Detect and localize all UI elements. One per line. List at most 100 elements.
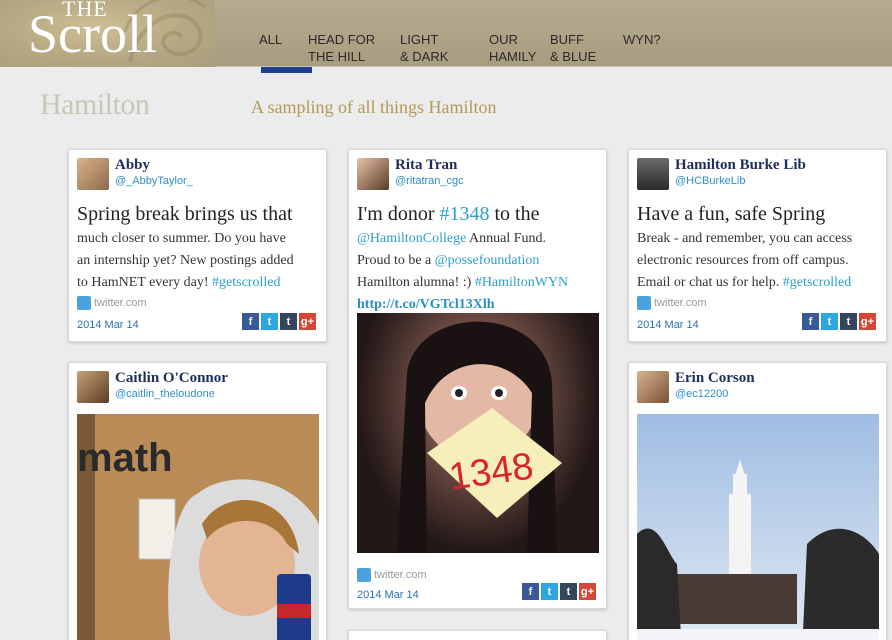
hashtag-link[interactable]: #HamiltonWYN xyxy=(475,275,568,290)
main-nav: ALL HEAD FOR THE HILL LIGHT & DARK OUR H… xyxy=(250,0,673,73)
user-name[interactable]: Abby xyxy=(115,157,150,174)
tweet-lead: Have a fun, safe Spring xyxy=(637,203,826,225)
source-label: twitter.com xyxy=(374,569,427,581)
tweet-line: much closer to summer. Do you have xyxy=(77,231,286,246)
tab-our-hamily[interactable]: OUR HAMILY xyxy=(489,0,550,67)
tweet-line: Break - and remember, you can access xyxy=(637,231,853,246)
user-handle[interactable]: @caitlin_theloudone xyxy=(115,388,215,400)
share-buttons: f t t g+ xyxy=(522,583,596,600)
photo-illustration xyxy=(397,321,562,553)
avatar[interactable] xyxy=(77,371,109,403)
page-tagline: A sampling of all things Hamilton xyxy=(251,97,497,117)
tweet-source[interactable]: twitter.com xyxy=(357,568,427,582)
tweet-date: 2014 Mar 14 xyxy=(357,589,419,601)
tweet-photo[interactable]: 1348 xyxy=(357,313,599,553)
tab-label-line2: HAMILY xyxy=(489,49,537,64)
avatar[interactable] xyxy=(77,158,109,190)
twitter-bird-icon xyxy=(357,568,371,582)
tumblr-icon[interactable]: t xyxy=(560,583,577,600)
photo-sign-text: math xyxy=(77,436,173,480)
logo-scroll: Scroll xyxy=(28,4,157,64)
tweet-card-caitlin[interactable]: Caitlin O'Connor @caitlin_theloudone mat… xyxy=(68,362,327,640)
share-buttons: f t t g+ xyxy=(802,313,876,330)
twitter-icon[interactable]: t xyxy=(261,313,278,330)
tab-light-and-dark[interactable]: LIGHT & DARK xyxy=(400,0,489,67)
user-name[interactable]: Caitlin O'Connor xyxy=(115,370,228,387)
user-handle[interactable]: @_AbbyTaylor_ xyxy=(115,175,193,187)
tab-label-line1: HEAD FOR xyxy=(308,32,376,47)
tab-label-line1: BUFF xyxy=(550,32,584,47)
tweet-card-burke-library[interactable]: Hamilton Burke Lib @HCBurkeLib Have a fu… xyxy=(628,149,887,342)
tab-buff-and-blue[interactable]: BUFF & BLUE xyxy=(550,0,623,67)
tweet-photo[interactable] xyxy=(637,414,879,640)
tweet-lead: I'm donor #1348 to the xyxy=(357,200,600,228)
site-logo[interactable]: THE Scroll xyxy=(0,0,215,67)
user-name[interactable]: Rita Tran xyxy=(395,157,457,174)
tab-head-for-the-hill[interactable]: HEAD FOR THE HILL xyxy=(308,0,400,67)
user-name[interactable]: Erin Corson xyxy=(675,370,755,387)
tweet-card-erin[interactable]: Erin Corson @ec12200 xyxy=(628,362,887,640)
tweet-lead-part: I'm donor xyxy=(357,203,440,225)
user-handle[interactable]: @HCBurkeLib xyxy=(675,175,745,187)
tweet-line: an internship yet? New postings added xyxy=(77,253,294,268)
source-label: twitter.com xyxy=(654,297,707,309)
tweet-source[interactable]: twitter.com xyxy=(637,296,707,310)
tweet-lead: Spring break brings us that xyxy=(77,203,293,225)
mention-link[interactable]: @possefoundation xyxy=(435,253,540,268)
tab-label-line1: LIGHT xyxy=(400,32,439,47)
tweet-card-rita[interactable]: Rita Tran @ritatran_cgc I'm donor #1348 … xyxy=(348,149,607,609)
user-handle[interactable]: @ritatran_cgc xyxy=(395,175,464,187)
tweet-line: Proud to be a xyxy=(357,253,435,268)
share-buttons: f t t g+ xyxy=(242,313,316,330)
mention-link[interactable]: @HamiltonCollege xyxy=(357,231,466,246)
tweet-url-link[interactable]: http://t.co/VGTcl13Xlh xyxy=(357,297,495,312)
facebook-icon[interactable]: f xyxy=(802,313,819,330)
avatar[interactable] xyxy=(637,371,669,403)
tweet-lead-part: to the xyxy=(489,203,540,225)
hashtag-link[interactable]: #getscrolled xyxy=(783,275,851,290)
twitter-bird-icon xyxy=(637,296,651,310)
tweet-photo[interactable]: math xyxy=(77,414,319,640)
twitter-icon[interactable]: t xyxy=(821,313,838,330)
tumblr-icon[interactable]: t xyxy=(840,313,857,330)
tweet-card-partial[interactable] xyxy=(348,630,607,640)
tweet-line: Annual Fund. xyxy=(466,231,547,246)
hashtag-link[interactable]: #1348 xyxy=(439,203,489,225)
tweet-text: Spring break brings us that much closer … xyxy=(77,200,320,294)
tab-wyn[interactable]: WYN? xyxy=(623,0,673,67)
google-plus-icon[interactable]: g+ xyxy=(579,583,596,600)
tab-label-line2: & BLUE xyxy=(550,49,597,64)
tweet-line: to HamNET every day! xyxy=(77,275,213,290)
tweet-source[interactable]: twitter.com xyxy=(77,296,147,310)
tab-label-line2: THE HILL xyxy=(308,49,366,64)
tweet-date: 2014 Mar 14 xyxy=(77,319,139,331)
avatar[interactable] xyxy=(357,158,389,190)
site-header: THE Scroll ALL HEAD FOR THE HILL LIGHT &… xyxy=(0,0,892,73)
tweet-card-abby[interactable]: Abby @_AbbyTaylor_ Spring break brings u… xyxy=(68,149,327,342)
google-plus-icon[interactable]: g+ xyxy=(859,313,876,330)
source-label: twitter.com xyxy=(94,297,147,309)
tweet-text: I'm donor #1348 to the @HamiltonCollege … xyxy=(357,200,600,316)
tweet-line: Email or chat us for help. xyxy=(637,275,783,290)
twitter-icon[interactable]: t xyxy=(541,583,558,600)
tweet-date: 2014 Mar 14 xyxy=(637,319,699,331)
tab-all[interactable]: ALL xyxy=(259,0,312,73)
twitter-bird-icon xyxy=(77,296,91,310)
photo-illustration xyxy=(637,414,879,640)
user-handle[interactable]: @ec12200 xyxy=(675,388,728,400)
tweet-line: electronic resources from off campus. xyxy=(637,253,849,268)
hamilton-wordmark[interactable]: Hamilton xyxy=(40,88,150,122)
tweet-text: Have a fun, safe Spring Break - and reme… xyxy=(637,200,880,294)
facebook-icon[interactable]: f xyxy=(242,313,259,330)
tab-label-line2: & DARK xyxy=(400,49,449,64)
tumblr-icon[interactable]: t xyxy=(280,313,297,330)
google-plus-icon[interactable]: g+ xyxy=(299,313,316,330)
user-name[interactable]: Hamilton Burke Lib xyxy=(675,157,806,174)
facebook-icon[interactable]: f xyxy=(522,583,539,600)
tweet-line: Hamilton alumna! :) xyxy=(357,275,475,290)
tab-all-label: ALL xyxy=(259,32,283,47)
hashtag-link[interactable]: #getscrolled xyxy=(212,275,280,290)
tab-label-line1: OUR xyxy=(489,32,518,47)
avatar[interactable] xyxy=(637,158,669,190)
tab-label-line1: WYN? xyxy=(623,32,661,47)
